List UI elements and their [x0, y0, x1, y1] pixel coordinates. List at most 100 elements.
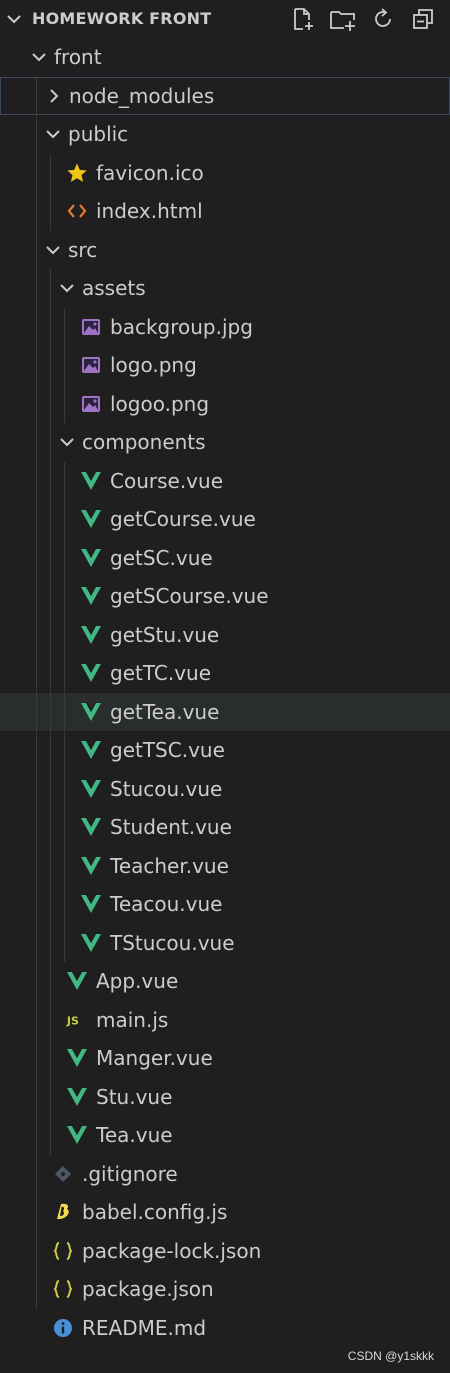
- vue-file-icon: [66, 970, 88, 992]
- tree-file[interactable]: favicon.ico: [0, 154, 450, 193]
- chevron-down-icon: [56, 277, 78, 299]
- tree-item-label: Tea.vue: [96, 1123, 173, 1148]
- tree-folder[interactable]: front: [0, 38, 450, 77]
- refresh-icon[interactable]: [368, 5, 398, 33]
- vue-file-icon: [80, 893, 102, 915]
- tree-item-label: .gitignore: [82, 1161, 178, 1186]
- tree-file[interactable]: backgroup.jpg: [0, 308, 450, 347]
- tree-file[interactable]: TStucou.vue: [0, 924, 450, 963]
- tree-file[interactable]: Stucou.vue: [0, 770, 450, 809]
- tree-file[interactable]: babel.config.js: [0, 1193, 450, 1232]
- explorer-actions: [288, 5, 438, 33]
- vue-file-icon: [80, 701, 102, 723]
- tree-file[interactable]: logoo.png: [0, 385, 450, 424]
- image-file-icon: [80, 316, 102, 338]
- tree-file[interactable]: Stu.vue: [0, 1078, 450, 1117]
- tree-file[interactable]: Manger.vue: [0, 1039, 450, 1078]
- vue-file-icon: [80, 585, 102, 607]
- vue-file-icon: [80, 470, 102, 492]
- chevron-down-icon: [56, 431, 78, 453]
- tree-file[interactable]: getTea.vue: [0, 692, 450, 731]
- chevron-down-icon: [28, 46, 50, 68]
- explorer-header[interactable]: HOMEWORK FRONT: [0, 0, 450, 38]
- tree-item-label: getCourse.vue: [110, 507, 256, 532]
- tree-file[interactable]: Teacher.vue: [0, 847, 450, 886]
- new-file-icon[interactable]: [288, 5, 318, 33]
- tree-file[interactable]: getCourse.vue: [0, 500, 450, 539]
- new-folder-icon[interactable]: [328, 5, 358, 33]
- tree-file[interactable]: getStu.vue: [0, 616, 450, 655]
- image-file-icon: [80, 393, 102, 415]
- tree-file[interactable]: getSC.vue: [0, 539, 450, 578]
- tree-item-label: public: [68, 122, 129, 147]
- git-file-icon: [52, 1163, 74, 1185]
- vue-file-icon: [80, 778, 102, 800]
- tree-file[interactable]: Student.vue: [0, 808, 450, 847]
- tree-item-label: assets: [82, 276, 146, 301]
- tree-item-label: package.json: [82, 1277, 214, 1302]
- collapse-all-icon[interactable]: [408, 5, 438, 33]
- tree-folder[interactable]: components: [0, 423, 450, 462]
- svg-text:JS: JS: [66, 1014, 79, 1027]
- tree-item-label: components: [82, 430, 206, 455]
- tree-item-label: babel.config.js: [82, 1200, 228, 1225]
- image-file-icon: [80, 354, 102, 376]
- tree-item-label: README.md: [82, 1315, 207, 1340]
- tree-item-label: src: [68, 237, 98, 262]
- tree-item-label: getStu.vue: [110, 622, 220, 647]
- tree-item-label: index.html: [96, 199, 203, 224]
- chevron-down-icon[interactable]: [4, 9, 24, 29]
- tree-folder[interactable]: public: [0, 115, 450, 154]
- tree-file[interactable]: getSCourse.vue: [0, 577, 450, 616]
- tree-file[interactable]: App.vue: [0, 962, 450, 1001]
- tree-file[interactable]: index.html: [0, 192, 450, 231]
- vue-file-icon: [66, 1086, 88, 1108]
- tree-file[interactable]: Teacou.vue: [0, 885, 450, 924]
- chevron-right-icon: [43, 85, 65, 107]
- vue-file-icon: [80, 662, 102, 684]
- tree-item-label: getTC.vue: [110, 661, 212, 686]
- babel-file-icon: [52, 1201, 74, 1223]
- tree-file[interactable]: getTSC.vue: [0, 731, 450, 770]
- tree-item-label: logoo.png: [110, 391, 210, 416]
- tree-item-label: getTSC.vue: [110, 738, 225, 763]
- tree-item-label: getSCourse.vue: [110, 584, 269, 609]
- chevron-down-icon: [42, 123, 64, 145]
- tree-file[interactable]: README.md: [0, 1309, 450, 1348]
- explorer-title[interactable]: HOMEWORK FRONT: [32, 9, 211, 28]
- tree-file[interactable]: package-lock.json: [0, 1232, 450, 1271]
- tree-folder[interactable]: node_modules: [0, 76, 450, 115]
- tree-item-label: node_modules: [69, 83, 215, 108]
- indent-guide: [64, 461, 65, 962]
- tree-file[interactable]: getTC.vue: [0, 654, 450, 693]
- html-file-icon: [66, 200, 88, 222]
- tree-file[interactable]: Tea.vue: [0, 1116, 450, 1155]
- tree-item-label: Manger.vue: [96, 1046, 213, 1071]
- tree-folder[interactable]: src: [0, 231, 450, 270]
- tree-item-label: getTea.vue: [110, 699, 220, 724]
- vue-file-icon: [66, 1124, 88, 1146]
- tree-item-label: getSC.vue: [110, 545, 213, 570]
- vue-file-icon: [80, 739, 102, 761]
- json-file-icon: [52, 1278, 74, 1300]
- chevron-down-icon: [42, 239, 64, 261]
- tree-item-label: Stucou.vue: [110, 776, 223, 801]
- tree-file[interactable]: logo.png: [0, 346, 450, 385]
- vue-file-icon: [80, 855, 102, 877]
- vue-file-icon: [80, 547, 102, 569]
- tree-file[interactable]: .gitignore: [0, 1155, 450, 1194]
- tree-item-label: Teacou.vue: [110, 892, 223, 917]
- vue-file-icon: [66, 1047, 88, 1069]
- tree-file[interactable]: package.json: [0, 1270, 450, 1309]
- tree-folder[interactable]: assets: [0, 269, 450, 308]
- tree-item-label: App.vue: [96, 969, 179, 994]
- vue-file-icon: [80, 932, 102, 954]
- tree-item-label: favicon.ico: [96, 160, 204, 185]
- tree-item-label: Stu.vue: [96, 1084, 173, 1109]
- vue-file-icon: [80, 508, 102, 530]
- tree-file[interactable]: JS main.js: [0, 1001, 450, 1040]
- tree-item-label: Student.vue: [110, 815, 232, 840]
- watermark: CSDN @y1skkk: [347, 1349, 434, 1363]
- js-file-icon: JS: [66, 1009, 88, 1031]
- tree-file[interactable]: Course.vue: [0, 462, 450, 501]
